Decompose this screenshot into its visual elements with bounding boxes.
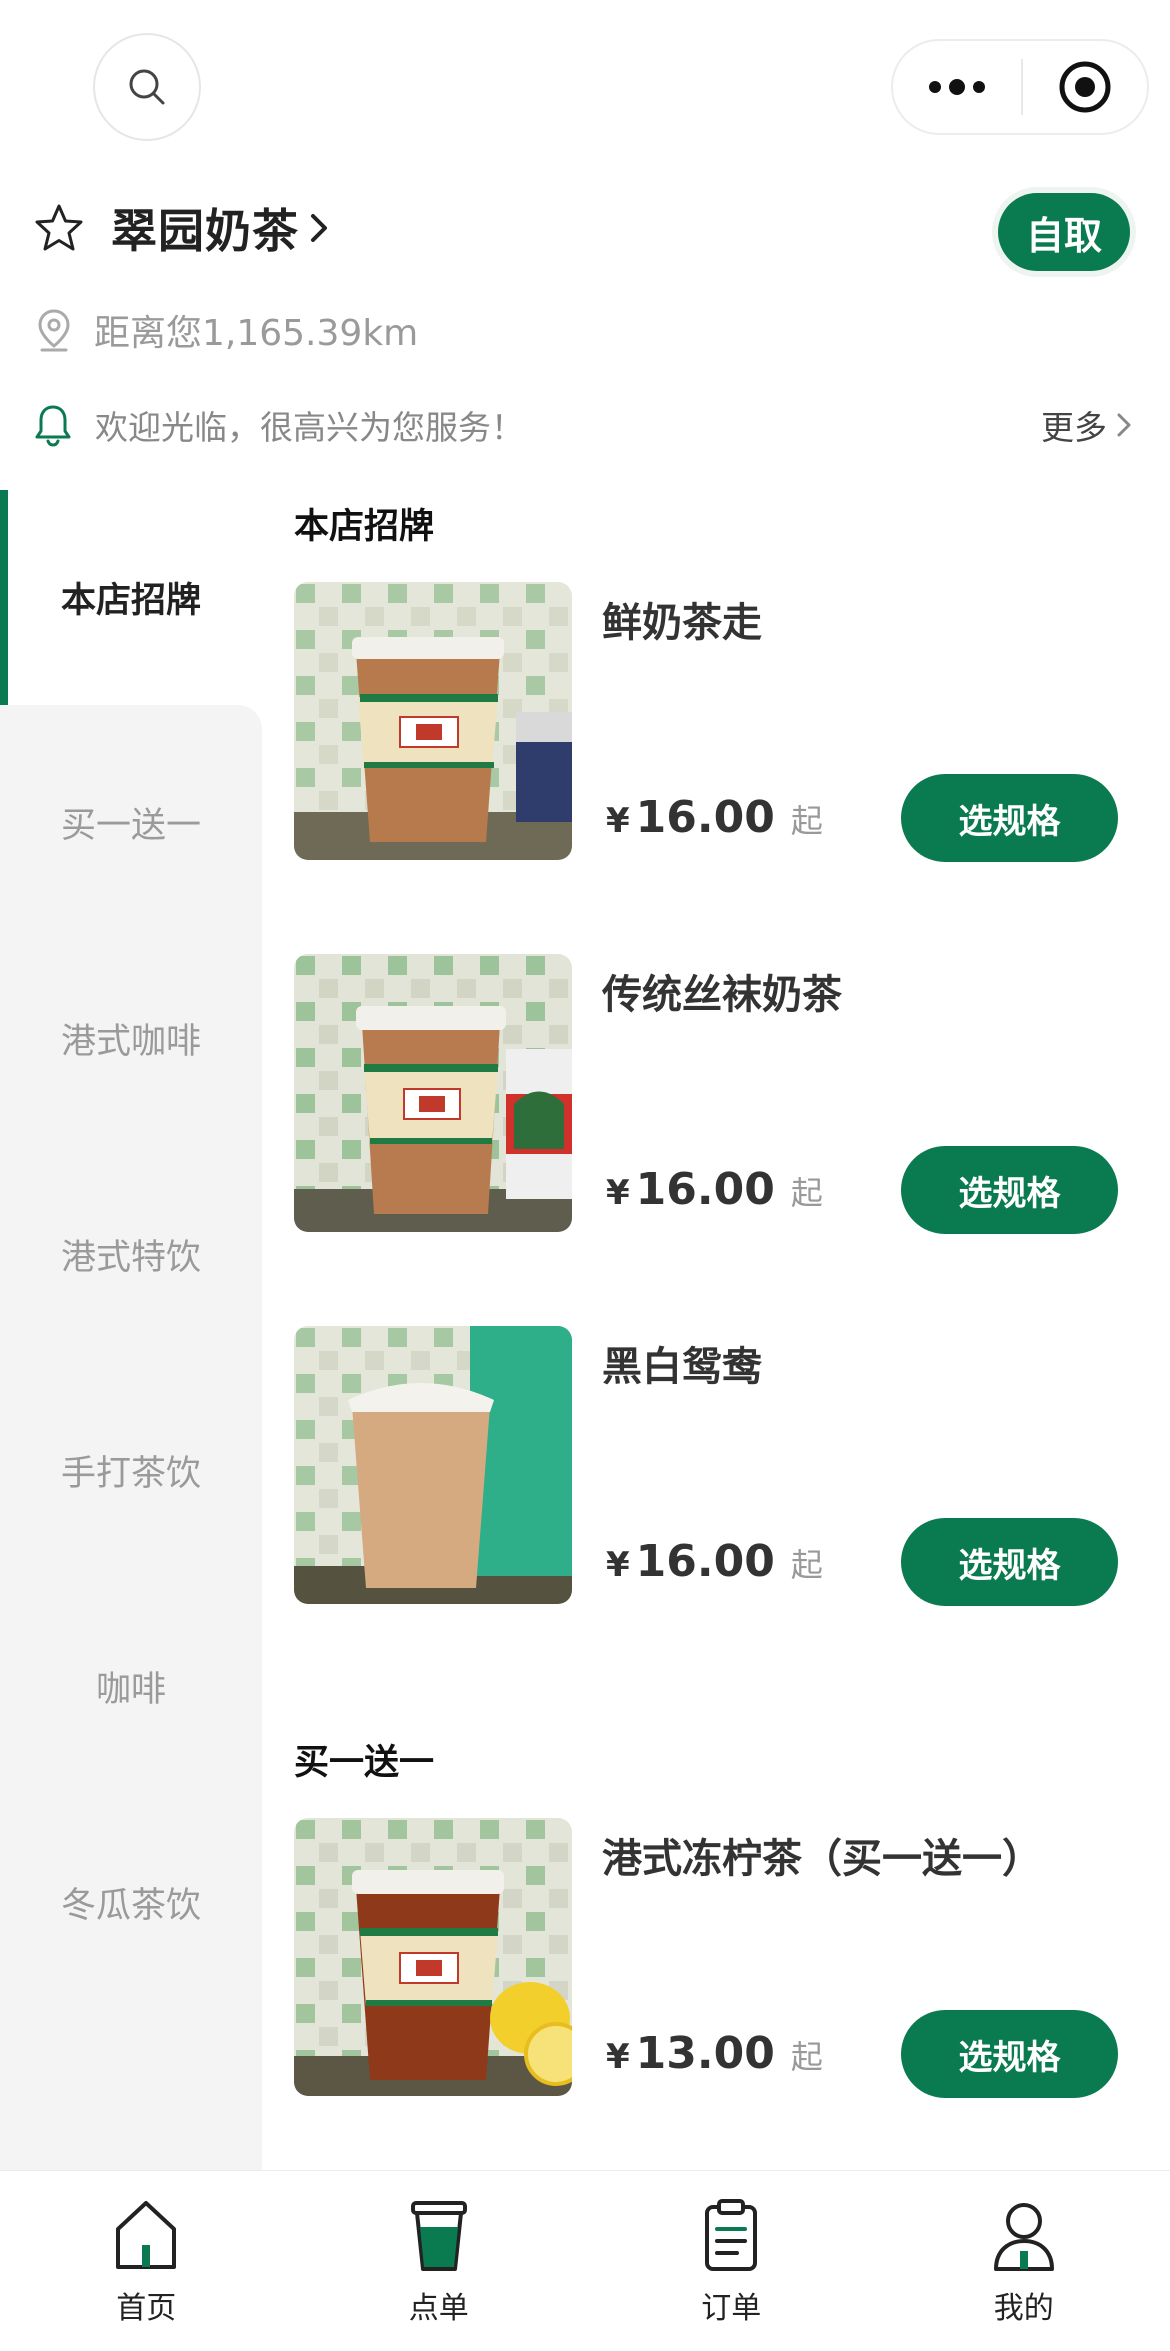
select-spec-button[interactable]: 选规格 (901, 774, 1118, 862)
notice-bar[interactable]: 欢迎光临，很高兴为您服务！ 更多 (33, 395, 1133, 455)
section-title: 买一送一 (294, 1743, 435, 1783)
milk-tea-image (294, 954, 572, 1232)
more-menu-button[interactable] (893, 41, 1021, 133)
currency-symbol: ¥ (606, 1545, 630, 1585)
notice-more-link[interactable]: 更多 (1041, 401, 1107, 449)
store-header[interactable]: 翠园奶茶 (33, 198, 331, 258)
more-dots-icon (929, 79, 985, 95)
price-value: 13.00 (635, 2028, 775, 2079)
sidebar-item-label: 本店招牌 (60, 581, 201, 621)
target-icon (1059, 61, 1111, 113)
close-miniprogram-button[interactable] (1023, 41, 1147, 133)
sidebar-item-active[interactable]: 本店招牌 (0, 490, 262, 705)
user-icon (993, 2203, 1054, 2271)
tab-profile[interactable]: 我的 (878, 2171, 1170, 2351)
select-spec-button[interactable]: 选规格 (901, 2010, 1118, 2098)
price-suffix: 起 (790, 1546, 823, 1584)
price-suffix: 起 (790, 1174, 823, 1212)
miniprogram-capsule (891, 39, 1149, 135)
chevron-right-icon (1117, 413, 1131, 437)
price-value: 16.00 (635, 792, 775, 843)
pickup-button[interactable]: 自取 (998, 193, 1130, 271)
cup-icon (410, 2201, 467, 2271)
product-price: ¥ 16.00 起 (606, 792, 823, 843)
notice-text: 欢迎光临，很高兴为您服务！ (95, 408, 524, 447)
milk-tea-image (294, 582, 572, 860)
product-name: 港式冻柠茶（买一送一） (602, 1836, 1042, 1882)
store-name[interactable]: 翠园奶茶 (111, 195, 299, 261)
sidebar-corner-fill (0, 705, 262, 729)
tab-label: 我的 (993, 2291, 1054, 2326)
price-value: 16.00 (635, 1536, 775, 1587)
order-icon (705, 2199, 758, 2271)
product-card[interactable]: 黑白鸳鸯 ¥ 16.00 起 选规格 (294, 1326, 1124, 1606)
sidebar-item[interactable]: 港式特饮 (0, 1204, 262, 1304)
sidebar-item[interactable]: 买一送一 (0, 772, 262, 872)
price-suffix: 起 (790, 2038, 823, 2076)
sidebar-item[interactable]: 手打茶饮 (0, 1420, 262, 1520)
currency-symbol: ¥ (606, 2037, 630, 2077)
product-name: 鲜奶茶走 (602, 600, 762, 646)
sidebar-item[interactable]: 冬瓜茶饮 (0, 1852, 262, 1952)
tab-label: 点单 (408, 2291, 469, 2326)
product-name: 传统丝袜奶茶 (602, 972, 842, 1018)
lemon-tea-image (294, 1818, 572, 2096)
location-pin-icon (38, 309, 70, 352)
chevron-right-icon (311, 214, 327, 242)
bell-icon (35, 405, 71, 447)
price-suffix: 起 (790, 802, 823, 840)
product-card[interactable]: 港式冻柠茶（买一送一） ¥ 13.00 起 选规格 (294, 1818, 1124, 2098)
select-spec-button[interactable]: 选规格 (901, 1518, 1118, 1606)
product-card[interactable]: 传统丝袜奶茶 ¥ 16.00 起 选规格 (294, 954, 1124, 1234)
product-name: 黑白鸳鸯 (602, 1344, 762, 1390)
active-indicator (0, 490, 8, 705)
currency-symbol: ¥ (606, 1173, 630, 1213)
tab-label: 订单 (701, 2291, 762, 2326)
search-button[interactable] (93, 33, 201, 141)
distance-row: 距离您1,165.39km (36, 300, 418, 360)
bottom-tab-bar: 首页 点单 订单 我的 (0, 2170, 1170, 2351)
section-title: 本店招牌 (294, 507, 435, 547)
tab-orders[interactable]: 订单 (585, 2171, 878, 2351)
currency-symbol: ¥ (606, 801, 630, 841)
price-value: 16.00 (635, 1164, 775, 1215)
product-price: ¥ 16.00 起 (606, 1536, 823, 1587)
product-card[interactable]: 鲜奶茶走 ¥ 16.00 起 选规格 (294, 582, 1124, 862)
sidebar-item[interactable]: 港式咖啡 (0, 988, 262, 1088)
tab-order-menu[interactable]: 点单 (293, 2171, 586, 2351)
star-icon[interactable] (33, 202, 85, 254)
milk-tea-image (294, 1326, 572, 1604)
tab-label: 首页 (116, 2291, 177, 2326)
search-icon (129, 69, 165, 105)
distance-text: 距离您1,165.39km (94, 313, 419, 354)
product-price: ¥ 13.00 起 (606, 2028, 823, 2079)
tab-home[interactable]: 首页 (0, 2171, 293, 2351)
sidebar-item[interactable]: 咖啡 (0, 1636, 262, 1736)
home-icon (116, 2201, 177, 2269)
product-price: ¥ 16.00 起 (606, 1164, 823, 1215)
select-spec-button[interactable]: 选规格 (901, 1146, 1118, 1234)
